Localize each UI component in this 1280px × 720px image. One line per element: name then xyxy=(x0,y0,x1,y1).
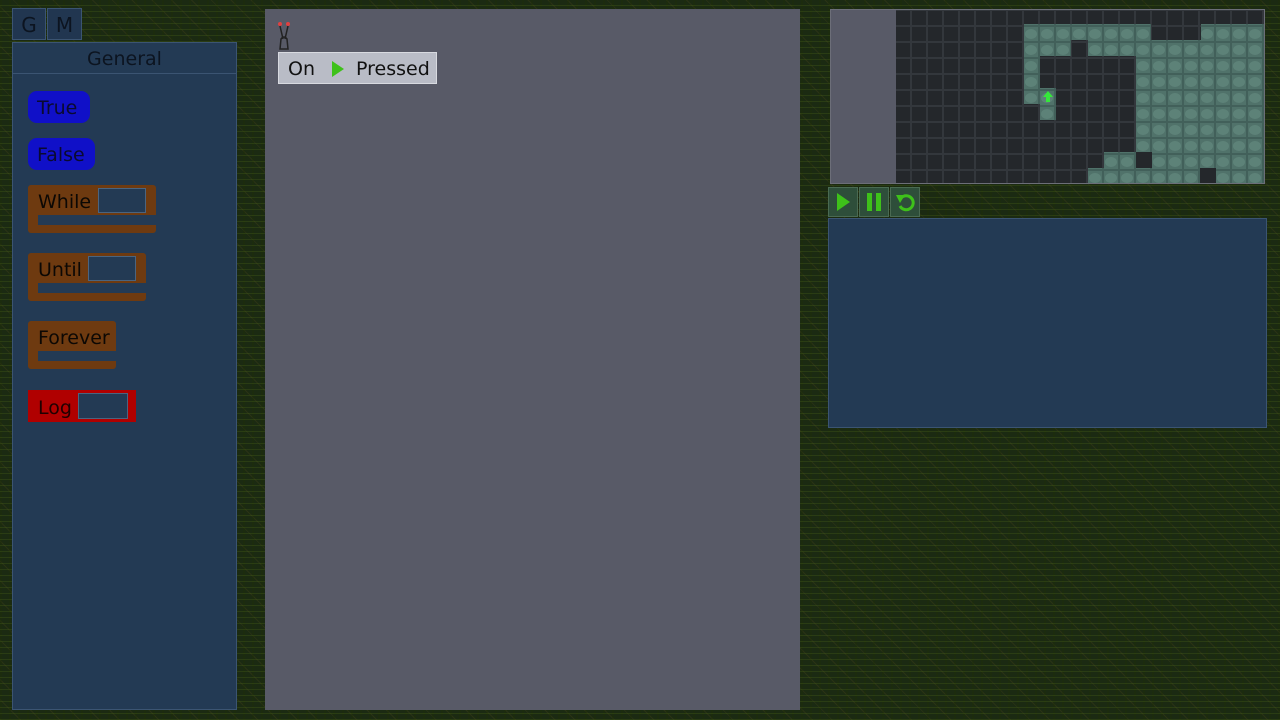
forever-block[interactable]: Forever xyxy=(28,321,116,369)
run-button[interactable] xyxy=(828,187,858,217)
level-map xyxy=(830,9,1265,184)
log-block[interactable]: Log xyxy=(28,390,136,422)
while-block[interactable]: While xyxy=(28,185,156,233)
reset-button[interactable] xyxy=(890,187,920,217)
code-workspace[interactable]: On Pressed xyxy=(265,9,800,710)
on-pressed-event-block[interactable]: On Pressed xyxy=(278,52,437,84)
true-block[interactable]: True xyxy=(28,91,90,123)
until-block[interactable]: Until xyxy=(28,253,146,301)
tab-movement[interactable]: M xyxy=(47,8,82,40)
output-console xyxy=(828,218,1267,428)
log-value-slot[interactable] xyxy=(78,393,128,419)
pause-icon xyxy=(867,193,881,211)
palette-title: General xyxy=(13,43,236,74)
robot-antenna-icon xyxy=(278,22,290,50)
reset-icon xyxy=(896,194,915,212)
pause-button[interactable] xyxy=(859,187,889,217)
until-condition-slot[interactable] xyxy=(88,256,136,281)
true-block-label: True xyxy=(37,97,78,119)
while-condition-slot[interactable] xyxy=(98,188,146,213)
while-block-label: While xyxy=(38,191,92,213)
forever-block-label: Forever xyxy=(38,327,110,349)
play-icon xyxy=(332,61,344,77)
event-pressed-label: Pressed xyxy=(356,58,430,80)
tab-general[interactable]: G xyxy=(12,8,46,40)
event-on-label: On xyxy=(288,58,315,80)
block-palette: General True False While Until Forever L… xyxy=(12,42,237,710)
until-block-label: Until xyxy=(38,259,82,281)
false-block[interactable]: False xyxy=(28,138,95,170)
false-block-label: False xyxy=(37,144,85,166)
log-block-label: Log xyxy=(38,397,72,419)
play-icon xyxy=(837,193,850,211)
